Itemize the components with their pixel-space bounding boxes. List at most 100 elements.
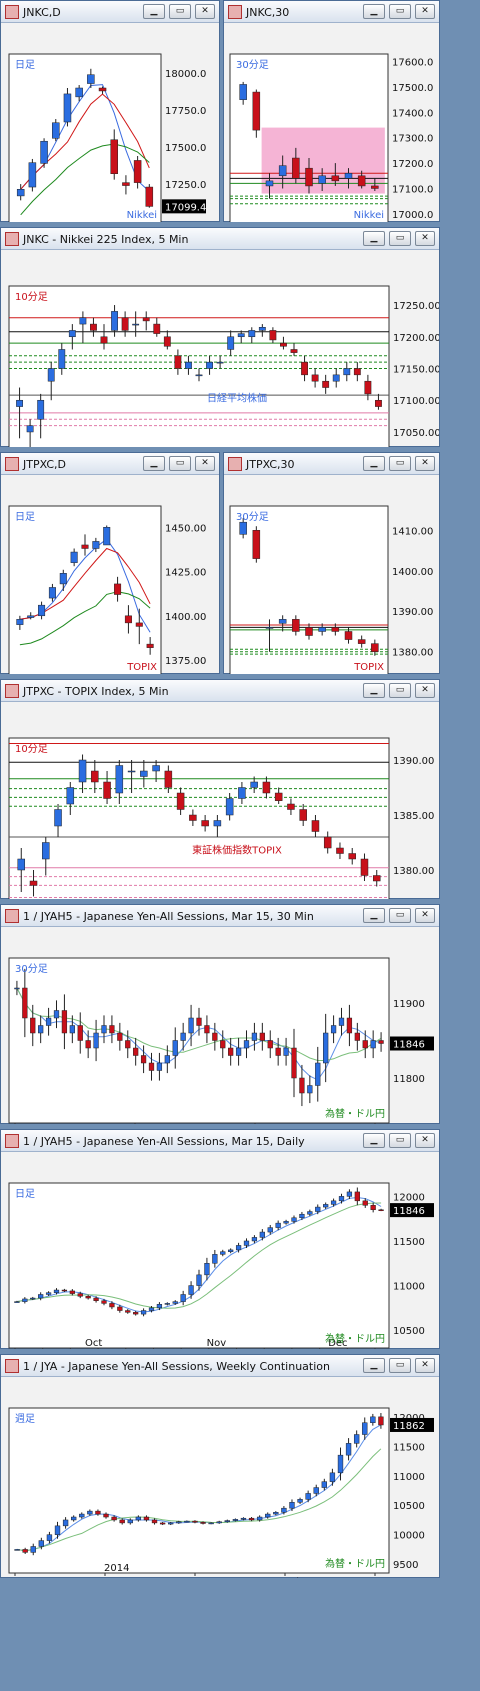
candle-body [71, 1516, 77, 1521]
y-tick-label: 11500 [393, 1237, 425, 1248]
chart-canvas[interactable]: 18000.017750.017500.017250.017099.4Dec01… [1, 24, 219, 222]
chart-canvas[interactable]: 1200011500110001050010000950011862OctJan… [1, 1378, 439, 1578]
timeframe-label: 10分足 [15, 743, 48, 755]
title-bar[interactable]: 1 / JYAH5 - Japanese Yen-All Sessions, M… [1, 1130, 439, 1152]
window-title: JTPXC,30 [246, 458, 295, 471]
plot-area[interactable] [8, 957, 390, 1124]
candle-body [180, 1032, 186, 1041]
candle-body [176, 792, 185, 810]
plot-area[interactable] [8, 1182, 390, 1349]
candle-body [225, 798, 234, 816]
plot-area[interactable] [8, 53, 162, 222]
close-icon[interactable]: ✕ [415, 1133, 435, 1148]
minimize-icon[interactable]: ▁ [143, 456, 165, 471]
close-icon[interactable]: ✕ [415, 456, 435, 471]
candle-body [95, 1510, 101, 1515]
close-icon[interactable]: ✕ [415, 4, 435, 19]
chart-window-w8[interactable]: 1 / JYAH5 - Japanese Yen-All Sessions, M… [0, 1129, 440, 1349]
candle-body [127, 1519, 133, 1524]
title-bar[interactable]: JTPXC,30 ▁ ▭ ✕ [224, 453, 439, 475]
minimize-icon[interactable]: ▁ [363, 1133, 385, 1148]
title-bar[interactable]: 1 / JYA - Japanese Yen-All Sessions, Wee… [1, 1355, 439, 1377]
title-bar[interactable]: JNKC - Nikkei 225 Index, 5 Min ▁ ▭ ✕ [1, 228, 439, 250]
candle-body [164, 770, 173, 788]
chart-canvas[interactable]: 1390.001385.001380.0015-09:0010:0015-12:… [1, 703, 439, 899]
plot-area[interactable] [8, 1407, 390, 1574]
chart-window-w7[interactable]: 1 / JYAH5 - Japanese Yen-All Sessions, M… [0, 904, 440, 1124]
minimize-icon[interactable]: ▁ [363, 231, 385, 246]
candle-body [30, 1297, 36, 1300]
maximize-icon[interactable]: ▭ [389, 4, 411, 19]
title-bar[interactable]: JTPXC,D ▁ ▭ ✕ [1, 453, 219, 475]
minimize-icon[interactable]: ▁ [363, 4, 385, 19]
candle-body [228, 1249, 234, 1252]
candle-body [164, 1303, 170, 1305]
maximize-icon[interactable]: ▭ [389, 456, 411, 471]
minimize-icon[interactable]: ▁ [363, 908, 385, 923]
maximize-icon[interactable]: ▭ [389, 908, 411, 923]
maximize-icon[interactable]: ▭ [389, 1358, 411, 1373]
candle-body [40, 140, 48, 164]
chart-canvas[interactable]: 11900118001184612-08:0014:0012-22:2015-0… [1, 928, 439, 1124]
chart-window-w2[interactable]: JNKC,30 ▁ ▭ ✕ 17600.0 17500.0 17400.0 17300.0 17… [223, 0, 440, 222]
candle-body [68, 330, 76, 338]
candle-body [220, 1040, 226, 1049]
y-tick-label: 10500 [393, 1326, 425, 1337]
maximize-icon[interactable]: ▭ [389, 683, 411, 698]
candle-body [14, 987, 20, 990]
plot-area[interactable] [8, 285, 390, 447]
y-tick-label: 17200.00 [393, 333, 439, 344]
chart-canvas[interactable]: 1200011500110001050011846152201061320270… [1, 1153, 439, 1349]
chart-canvas[interactable]: 1450.001425.001400.001375.002501Dec0815日… [1, 476, 219, 674]
candle-body [27, 615, 35, 618]
candle-body [29, 880, 38, 886]
candle-body [227, 336, 235, 350]
close-icon[interactable]: ✕ [415, 1358, 435, 1373]
candle-body [59, 573, 67, 585]
candle-body [46, 1534, 53, 1541]
title-bar[interactable]: JTPXC - TOPIX Index, 5 Min ▁ ▭ ✕ [1, 680, 439, 702]
candle-body [100, 336, 108, 344]
maximize-icon[interactable]: ▭ [389, 231, 411, 246]
candle-body [332, 374, 340, 382]
chart-window-w5[interactable]: JTPXC,30 ▁ ▭ ✕ 1410.001400.001390.001380.001… [223, 452, 440, 674]
candle-body [48, 587, 56, 599]
chart-window-w4[interactable]: JTPXC,D▁▭✕1450.001425.001400.001375.0025… [0, 452, 220, 674]
close-icon[interactable]: ✕ [415, 683, 435, 698]
y-tick-label: 17750.0 [165, 106, 206, 117]
candle-body [330, 1025, 337, 1034]
candle-body [281, 1507, 287, 1513]
close-icon[interactable]: ✕ [195, 4, 215, 19]
candle-body [330, 1200, 337, 1205]
chart-canvas[interactable]: 17250.00 17200.00 17150.00 17100.00 17050.00… [1, 251, 439, 447]
candle-body [364, 380, 372, 395]
maximize-icon[interactable]: ▭ [169, 456, 191, 471]
minimize-icon[interactable]: ▁ [143, 4, 165, 19]
chart-window-w1[interactable]: JNKC,D ▁ ▭ ✕ 18000.0 17750.0 17500.0 17250.0 170… [0, 0, 220, 222]
app-icon [228, 5, 242, 19]
chart-canvas[interactable]: 17600.0 17500.0 17400.0 17300.0 17200.0 17100… [224, 24, 439, 222]
app-icon [5, 909, 19, 923]
close-icon[interactable]: ✕ [415, 908, 435, 923]
title-bar[interactable]: JNKC,D ▁ ▭ ✕ [1, 1, 219, 23]
title-bar[interactable]: 1 / JYAH5 - Japanese Yen-All Sessions, M… [1, 905, 439, 927]
y-tick-label: 18000.0 [165, 69, 206, 80]
minimize-icon[interactable]: ▁ [363, 1358, 385, 1373]
maximize-icon[interactable]: ▭ [389, 1133, 411, 1148]
candle-body [315, 1206, 321, 1212]
maximize-icon[interactable]: ▭ [169, 4, 191, 19]
chart-window-w3[interactable]: JNKC - Nikkei 225 Index, 5 Min ▁ ▭ ✕ 17250.0… [0, 227, 440, 447]
close-icon[interactable]: ✕ [195, 456, 215, 471]
chart-canvas[interactable]: 1410.001400.001390.001380.0015-12:3030分足… [224, 476, 439, 674]
candle-body [114, 583, 122, 595]
chart-window-w9[interactable]: 1 / JYA - Japanese Yen-All Sessions, Wee… [0, 1354, 440, 1578]
plot-area[interactable] [8, 505, 162, 674]
close-icon[interactable]: ✕ [415, 231, 435, 246]
minimize-icon[interactable]: ▁ [363, 683, 385, 698]
chart-window-w6[interactable]: JTPXC - TOPIX Index, 5 Min ▁ ▭ ✕ 1390.00 1385… [0, 679, 440, 899]
title-bar[interactable]: JNKC,30 ▁ ▭ ✕ [224, 1, 439, 23]
y-tick-label: 1390.00 [393, 756, 434, 767]
y-tick-label: 1410.00 [392, 526, 433, 537]
candle-body [125, 1040, 131, 1049]
minimize-icon[interactable]: ▁ [363, 456, 385, 471]
